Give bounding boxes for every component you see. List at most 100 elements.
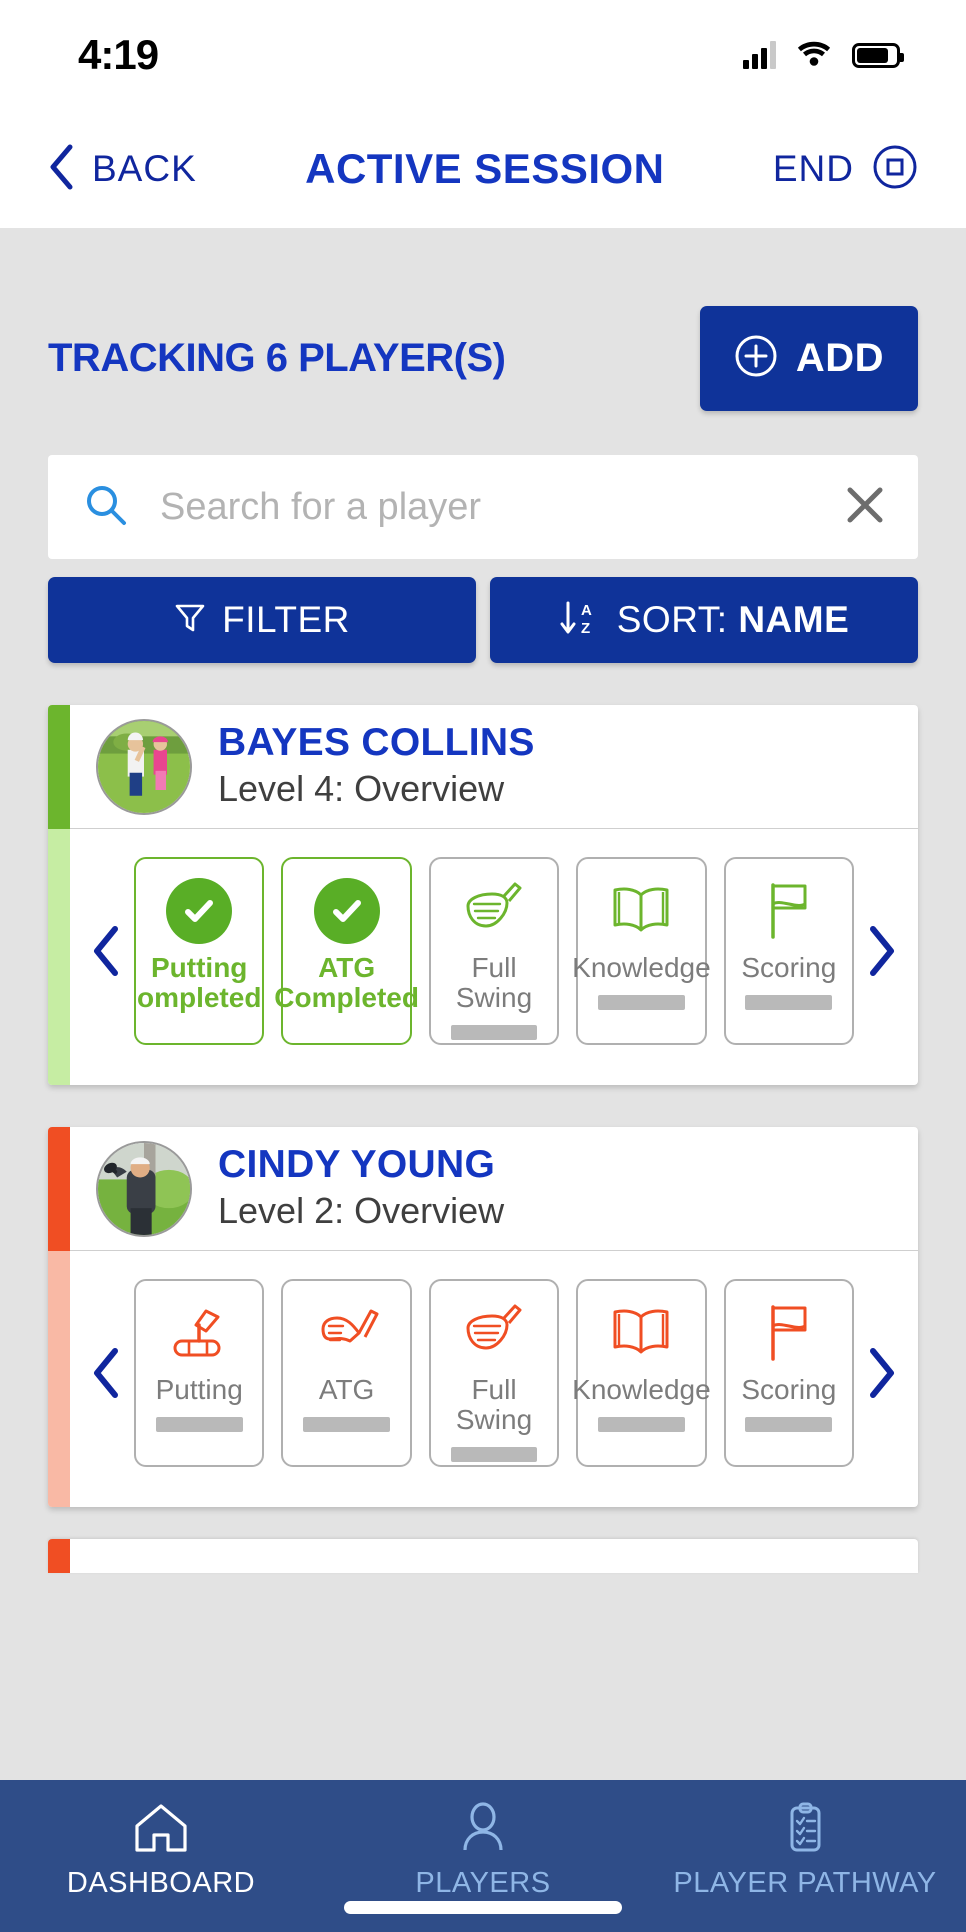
main-content: TRACKING 6 PLAYER(S) ADD FILTE bbox=[0, 228, 966, 1573]
player-accent-bar bbox=[48, 705, 70, 1085]
skill-tile-label: Scoring bbox=[741, 1374, 837, 1405]
skill-progress-bar bbox=[745, 995, 833, 1011]
skill-progress-bar bbox=[597, 995, 685, 1011]
book-icon bbox=[605, 1295, 677, 1371]
skill-tile-label: Knowledge bbox=[572, 1374, 711, 1405]
sort-label: SORT: NAME bbox=[616, 599, 850, 640]
skill-progress-bar bbox=[155, 1417, 243, 1433]
wedge-icon bbox=[311, 1295, 383, 1371]
skill-progress-bar bbox=[597, 1417, 685, 1433]
wifi-icon bbox=[796, 39, 832, 72]
filter-button[interactable]: FILTER bbox=[48, 577, 476, 663]
skill-tile-label: Scoring bbox=[741, 952, 837, 983]
funnel-icon bbox=[174, 601, 206, 640]
add-player-button[interactable]: ADD bbox=[700, 306, 918, 411]
skill-tiles-row: Putting ompleted ATG Completed Full Swin… bbox=[70, 829, 918, 1085]
battery-icon bbox=[852, 42, 904, 68]
skill-progress-bar bbox=[745, 1417, 833, 1433]
cellular-signal-icon bbox=[743, 41, 776, 69]
status-bar: 4:19 bbox=[0, 0, 966, 110]
skills-next-arrow[interactable] bbox=[854, 1347, 910, 1399]
sort-button[interactable]: A Z SORT: NAME bbox=[490, 577, 918, 663]
avatar bbox=[96, 1140, 192, 1237]
skill-tiles: Putting ompleted ATG Completed Full Swin… bbox=[134, 857, 854, 1045]
end-session-button[interactable]: END bbox=[773, 144, 918, 195]
skill-tiles: Putting ATG Full Swing Knowledge Scoring bbox=[134, 1279, 854, 1467]
app-header: BACK ACTIVE SESSION END bbox=[0, 110, 966, 228]
player-level: Level 2: Overview bbox=[218, 1190, 505, 1232]
plus-circle-icon bbox=[734, 334, 778, 383]
skill-tile-full-swing[interactable]: Full Swing bbox=[428, 857, 560, 1045]
page-title: ACTIVE SESSION bbox=[305, 145, 665, 192]
search-bar[interactable] bbox=[48, 455, 918, 559]
driver-icon bbox=[458, 873, 530, 949]
skill-tile-atg[interactable]: ATG Completed bbox=[274, 857, 419, 1045]
tracking-title: TRACKING 6 PLAYER(S) bbox=[48, 336, 506, 380]
nav-label: DASHBOARD bbox=[66, 1867, 256, 1899]
putter-icon bbox=[163, 1295, 235, 1371]
svg-text:A: A bbox=[581, 602, 592, 619]
check-circle-icon bbox=[166, 873, 233, 949]
status-icons bbox=[743, 39, 904, 72]
skill-tile-putting[interactable]: Putting bbox=[134, 1279, 265, 1467]
player-card-partial[interactable] bbox=[48, 1539, 918, 1573]
skill-tile-scoring[interactable]: Scoring bbox=[723, 857, 854, 1045]
clipboard-checklist-icon bbox=[776, 1802, 834, 1859]
back-button[interactable]: BACK bbox=[48, 144, 197, 195]
skill-tile-scoring[interactable]: Scoring bbox=[723, 1279, 854, 1467]
flag-icon bbox=[753, 1295, 825, 1371]
player-card-body: CINDY YOUNG Level 2: Overview Putting AT… bbox=[70, 1127, 918, 1507]
player-name: CINDY YOUNG bbox=[218, 1143, 496, 1187]
skill-tile-label: Full Swing bbox=[455, 952, 533, 1014]
skill-tile-label: Full Swing bbox=[455, 1374, 533, 1436]
driver-icon bbox=[458, 1295, 530, 1371]
sort-az-icon: A Z bbox=[559, 599, 601, 642]
skill-tile-label: ATG Completed bbox=[274, 952, 419, 1014]
nav-item-dashboard[interactable]: DASHBOARD bbox=[0, 1802, 322, 1900]
status-time: 4:19 bbox=[78, 31, 159, 78]
player-card-header[interactable]: BAYES COLLINS Level 4: Overview bbox=[70, 705, 918, 829]
skill-tile-knowledge[interactable]: Knowledge bbox=[572, 857, 711, 1045]
home-icon bbox=[132, 1802, 190, 1859]
svg-text:Z: Z bbox=[581, 620, 590, 637]
sort-value: NAME bbox=[738, 599, 850, 640]
check-circle-icon bbox=[313, 873, 380, 949]
nav-item-players[interactable]: PLAYERS bbox=[322, 1802, 644, 1900]
player-accent-bar bbox=[48, 1127, 70, 1507]
home-indicator bbox=[344, 1901, 622, 1914]
search-icon bbox=[84, 483, 128, 532]
end-label: END bbox=[772, 148, 854, 189]
tracking-row: TRACKING 6 PLAYER(S) ADD bbox=[48, 228, 918, 411]
filter-sort-row: FILTER A Z SORT: NAME bbox=[48, 577, 918, 663]
player-card-body: BAYES COLLINS Level 4: Overview Putting … bbox=[70, 705, 918, 1085]
nav-label: PLAYER PATHWAY bbox=[673, 1867, 937, 1899]
skill-tile-atg[interactable]: ATG bbox=[281, 1279, 412, 1467]
person-icon bbox=[454, 1802, 512, 1859]
skill-tile-label: Putting ompleted bbox=[136, 952, 262, 1014]
back-label: BACK bbox=[92, 148, 197, 189]
skill-tile-label: ATG bbox=[318, 1374, 375, 1405]
player-card[interactable]: BAYES COLLINS Level 4: Overview Putting … bbox=[48, 705, 918, 1085]
player-card[interactable]: CINDY YOUNG Level 2: Overview Putting AT… bbox=[48, 1127, 918, 1507]
skill-tile-full-swing[interactable]: Full Swing bbox=[428, 1279, 560, 1467]
skill-tile-putting[interactable]: Putting ompleted bbox=[134, 857, 265, 1045]
skills-prev-arrow[interactable] bbox=[78, 1347, 134, 1399]
bottom-navigation: DASHBOARD PLAYERS PLAYER PATHWAY bbox=[0, 1780, 966, 1932]
search-input[interactable] bbox=[160, 485, 810, 529]
player-card-header[interactable]: CINDY YOUNG Level 2: Overview bbox=[70, 1127, 918, 1251]
player-name: BAYES COLLINS bbox=[218, 721, 535, 765]
close-icon[interactable] bbox=[842, 482, 888, 533]
nav-item-player-pathway[interactable]: PLAYER PATHWAY bbox=[644, 1802, 966, 1900]
skill-tiles-row: Putting ATG Full Swing Knowledge Scoring bbox=[70, 1251, 918, 1507]
player-identity: CINDY YOUNG Level 2: Overview bbox=[218, 1144, 504, 1232]
skill-tile-knowledge[interactable]: Knowledge bbox=[572, 1279, 711, 1467]
book-icon bbox=[605, 873, 677, 949]
add-player-label: ADD bbox=[795, 336, 885, 380]
player-level: Level 4: Overview bbox=[218, 768, 505, 810]
stop-session-icon bbox=[872, 144, 918, 195]
skill-progress-bar bbox=[450, 1447, 538, 1463]
player-identity: BAYES COLLINS Level 4: Overview bbox=[218, 722, 535, 810]
skills-next-arrow[interactable] bbox=[854, 925, 910, 977]
flag-icon bbox=[753, 873, 825, 949]
skills-prev-arrow[interactable] bbox=[78, 925, 134, 977]
